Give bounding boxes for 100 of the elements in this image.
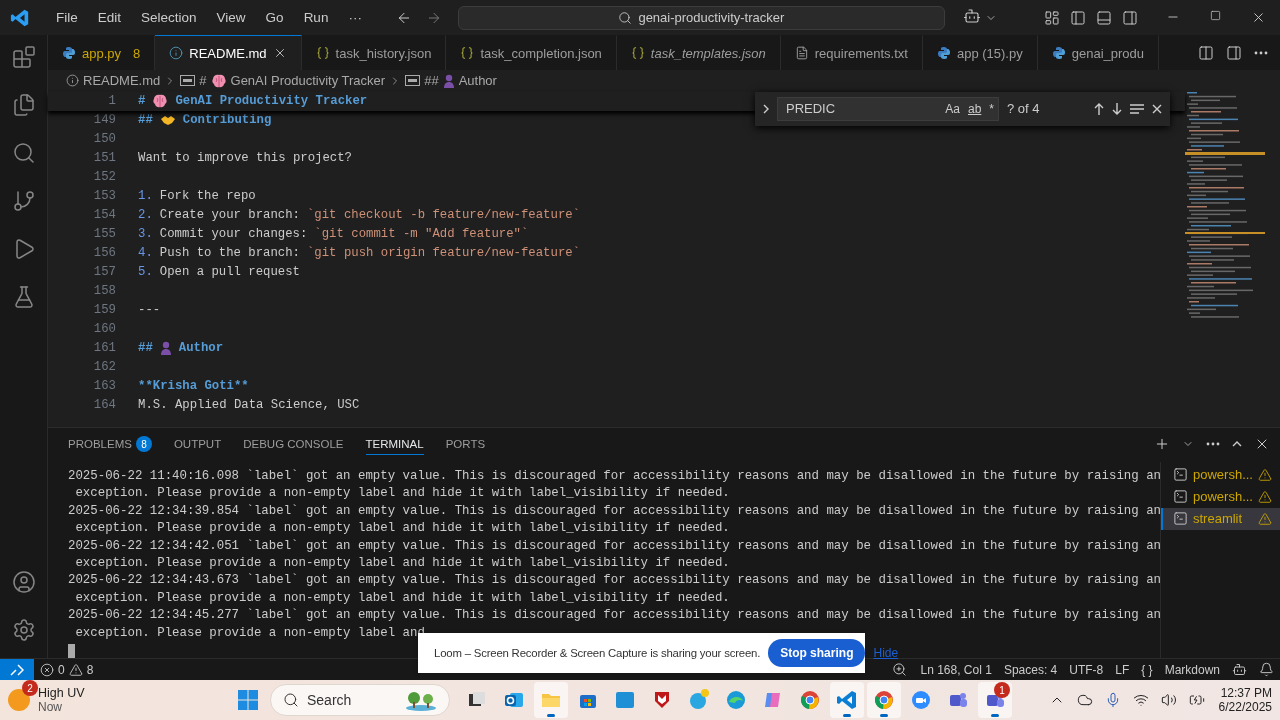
status-item[interactable]: Spaces: 4 [997,662,1064,677]
menu-item[interactable]: Go [257,10,292,25]
terminal-session[interactable]: powersh... [1161,463,1280,486]
close-icon [1251,10,1266,25]
code-text: Push to the branch: [159,246,300,261]
terminal-line: 2025-06-22 12:34:45.277 `label` got an empty value. This is discouraged for accessibility reasons and may be disallowed in the future by raising an [68,607,1160,625]
selection-icon [1130,103,1144,114]
code-text: Author [178,341,224,356]
menu-item[interactable]: Selection [133,10,205,25]
find-option[interactable]: * [989,101,994,116]
terminal-line: 2025-06-22 12:34:43.673 `label` got an empty value. This is discouraged for accessibility reasons and may be disallowed in the future by raising an [68,572,1160,590]
code-text: M.S. Applied Data Science, USC [138,398,360,413]
problems-status[interactable]: 0 8 [34,662,100,677]
terminal-cursor [68,644,75,658]
find-option[interactable]: ab [967,101,982,116]
breadcrumb-item[interactable]: Author [458,73,497,89]
tab-label: app (15).py [956,45,1023,61]
terminal-icon [1173,467,1188,483]
breadcrumb-item[interactable]: GenAI Productivity Tracker [230,73,386,89]
find-field[interactable]: PREDIC Aa ab * [777,96,999,121]
copilot-icon [962,7,981,25]
menu-item[interactable]: File [48,10,86,25]
panel-tab[interactable]: DEBUG CONSOLE [243,434,344,456]
line-number: 157 [92,265,116,280]
line-number: 151 [92,151,116,166]
handshake-icon [159,113,176,128]
status-item[interactable]: Markdown [1158,662,1226,677]
command-center[interactable]: genai-productivity-tracker [457,5,945,30]
video-call-icon [910,689,932,711]
more-icon [1206,441,1220,446]
previous-match-icon [1094,102,1104,115]
line-number: 152 [92,170,116,185]
weather-title: High UV [38,686,85,700]
panel-tab[interactable]: PORTS [445,434,486,456]
code-text: Contributing [182,113,272,128]
terminal-icon [1173,511,1188,527]
line-number: 150 [92,132,116,147]
copilot-icon [1232,662,1247,677]
terminal-session[interactable]: powersh... [1161,485,1280,508]
sidebar-right-icon [1122,9,1138,26]
status-item[interactable]: { } [1135,662,1159,677]
sidebar-left-icon [1070,9,1086,26]
vscode-logo-icon [10,7,30,28]
python-icon [1051,46,1066,60]
zoom-icon [891,662,907,677]
panel-tab[interactable]: TERMINAL [365,434,424,456]
breadcrumb-item[interactable]: README.md [83,73,161,89]
terminal-session[interactable]: streamlit [1161,507,1280,530]
terminal-line: exception. Please provide a non-empty label and hide it with label_visibility if needed. [74,554,731,572]
code-text: 4. [138,246,153,261]
warning-icon [1258,511,1272,526]
panel-bottom-icon [1096,9,1112,26]
heading-marker: # [199,73,207,89]
tab-label: task_history.json [335,45,432,61]
stop-sharing-button[interactable]: Stop sharing [768,639,866,667]
status-item[interactable]: UTF-8 [1063,662,1110,677]
menu-item[interactable]: Run [295,10,337,25]
chrome-icon [873,689,895,711]
taskbar-app[interactable]: 1 [978,682,1012,718]
search-icon [283,692,299,708]
panel-tab[interactable]: OUTPUT [173,434,222,456]
tab-label: requirements.txt [814,45,908,61]
terminal-line: 2025-06-22 12:34:42.051 `label` got an empty value. This is discouraged for accessibility reasons and may be disallowed in the future by raising an [68,537,1160,555]
vscode-icon [836,689,858,711]
line-number: 156 [92,246,116,261]
line-number: 155 [92,227,116,242]
chrome-icon [799,689,821,711]
code-text: 2. [138,208,153,223]
status-item[interactable]: Ln 168, Col 1 [914,662,998,677]
editor-tab[interactable]: README.md [155,35,302,70]
error-icon [40,662,54,677]
panel-tab[interactable]: PROBLEMS 8 [68,432,152,458]
python-icon [62,46,76,60]
menu-item[interactable]: Edit [89,10,130,25]
heading-marker: ## [424,73,439,89]
find-option[interactable]: Aa [945,101,960,116]
cloud-icon [1076,692,1093,708]
code-text: Want to improve this project? [138,151,352,166]
heading-symbol-icon [405,75,421,87]
remote-button[interactable] [0,658,34,681]
tab-label: task_completion.json [480,45,602,61]
info-icon [66,74,79,88]
line-number: 154 [92,208,116,223]
menu-item[interactable]: ··· [340,10,370,25]
code-text: `git commit -m "Add feature"` [314,227,529,242]
line-number: 162 [92,360,116,375]
tab-label: genai_produ [1071,45,1144,61]
restore-icon [1210,10,1221,21]
status-item[interactable]: LF [1109,662,1136,677]
line-number: 153 [92,189,116,204]
terminal-line: exception. Please provide a non-empty label and hide it with label_visibility if needed. [74,589,731,607]
menu-item[interactable]: View [208,10,254,25]
clock-date: 6/22/2025 [1218,700,1272,714]
brain-icon [152,94,169,109]
expand-icon [763,103,769,114]
tab-label: app.py [82,45,122,61]
taskbar-search[interactable]: Search [270,684,450,716]
match-count: ? of 4 [1007,101,1041,117]
remote-icon [10,663,24,676]
terminal-icon [1173,489,1188,505]
